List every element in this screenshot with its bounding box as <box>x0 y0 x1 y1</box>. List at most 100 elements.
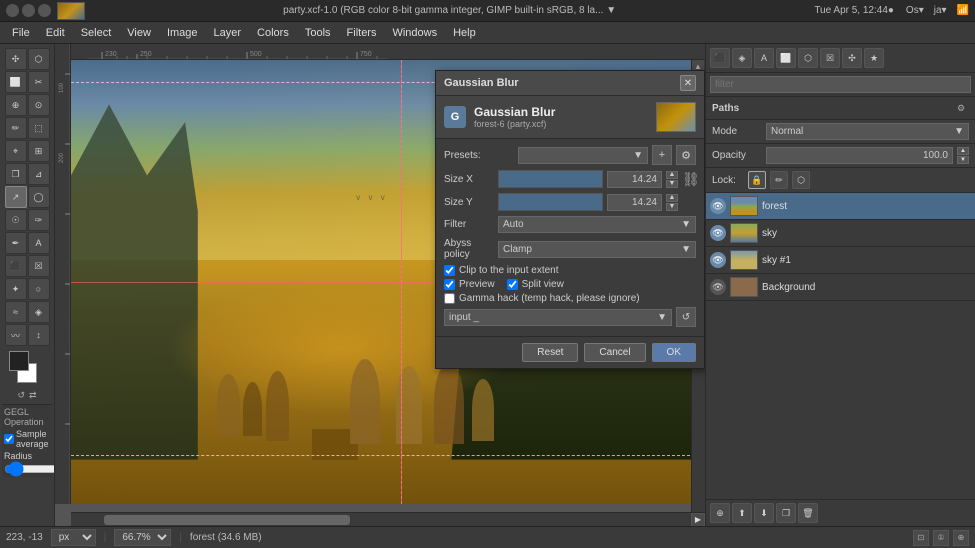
minimize-icon[interactable] <box>6 4 19 17</box>
unit-dropdown[interactable]: px mm in <box>51 529 96 546</box>
menu-edit[interactable]: Edit <box>38 25 73 41</box>
tool-transform[interactable]: ↗ <box>5 186 27 208</box>
foreground-color-box[interactable] <box>9 351 29 371</box>
panel-tool-icon-7[interactable]: ✣ <box>842 48 862 68</box>
panel-filter-input[interactable] <box>710 76 971 93</box>
tool-ellipse[interactable]: ◯ <box>28 186 50 208</box>
horizontal-scrollbar[interactable]: ▶ <box>71 512 705 526</box>
tool-fuzzy-select[interactable]: ⬚ <box>28 117 50 139</box>
layer-visibility-forest[interactable]: 👁 <box>710 198 726 214</box>
tool-path[interactable]: 〰 <box>5 324 27 346</box>
opacity-down-arrow[interactable]: ▼ <box>957 156 969 164</box>
layer-visibility-sky1[interactable]: 👁 <box>710 252 726 268</box>
hscroll-track[interactable] <box>73 515 689 525</box>
lower-layer-btn[interactable]: ⬇ <box>754 503 774 523</box>
presets-dropdown[interactable]: ▼ <box>518 147 648 164</box>
layer-visibility-background[interactable]: 👁 <box>710 279 726 295</box>
tool-clone[interactable]: ❐ <box>5 163 27 185</box>
preview-checkbox[interactable] <box>444 279 455 290</box>
reset-button[interactable]: Reset <box>522 343 578 362</box>
panel-tool-icon-1[interactable]: ⬛ <box>710 48 730 68</box>
cancel-button[interactable]: Cancel <box>584 343 645 362</box>
gamma-hack-checkbox[interactable] <box>444 293 455 304</box>
panel-tool-icon-6[interactable]: ☒ <box>820 48 840 68</box>
tool-measure[interactable]: ↕ <box>28 324 50 346</box>
tool-dodge[interactable]: ○ <box>28 278 50 300</box>
tool-ink[interactable]: ✒ <box>5 232 27 254</box>
panel-tool-icon-3[interactable]: A <box>754 48 774 68</box>
size-x-up-arrow[interactable]: ▲ <box>666 171 678 179</box>
close-icon[interactable] <box>38 4 51 17</box>
mode-dropdown[interactable]: Normal ▼ <box>766 123 969 140</box>
abyss-dropdown[interactable]: Clamp ▼ <box>498 241 696 258</box>
zoom-dropdown[interactable]: 66.7% 50% 100% <box>114 529 171 546</box>
new-layer-group-btn[interactable]: ⊕ <box>710 503 730 523</box>
os-info[interactable]: Os▾ <box>906 5 924 16</box>
tool-free-select[interactable]: ⬡ <box>28 48 50 70</box>
layers-panel-config-btn[interactable]: ⚙ <box>953 100 969 116</box>
tool-magnify[interactable]: ⊙ <box>28 94 50 116</box>
input-dropdown[interactable]: input _ ▼ <box>444 309 672 326</box>
lock-pixels-btn[interactable]: 🔒 <box>748 171 766 189</box>
layer-item-sky1[interactable]: 👁 sky #1 <box>706 247 975 274</box>
menu-file[interactable]: File <box>4 25 38 41</box>
raise-layer-btn[interactable]: ⬆ <box>732 503 752 523</box>
ok-button[interactable]: OK <box>652 343 696 362</box>
layers-list[interactable]: 👁 forest 👁 sky 👁 sky #1 <box>706 193 975 499</box>
filter-dropdown[interactable]: Auto ▼ <box>498 216 696 233</box>
tool-text[interactable]: A <box>28 232 50 254</box>
sample-average-checkbox[interactable] <box>4 434 14 444</box>
menu-layer[interactable]: Layer <box>206 25 250 41</box>
menu-image[interactable]: Image <box>159 25 206 41</box>
color-selector[interactable] <box>9 351 45 383</box>
size-y-up-arrow[interactable]: ▲ <box>666 194 678 202</box>
tool-grid-sel[interactable]: ⊞ <box>28 140 50 162</box>
tool-smudge[interactable]: ≈ <box>5 301 27 323</box>
tool-align[interactable]: ⌖ <box>5 140 27 162</box>
delete-layer-btn[interactable]: 🗑 <box>798 503 818 523</box>
canvas-area[interactable]: 230 250 500 750 1000 <box>55 44 705 526</box>
radius-slider[interactable] <box>4 464 55 474</box>
menu-windows[interactable]: Windows <box>384 25 445 41</box>
tool-paintbrush[interactable]: ✑ <box>28 209 50 231</box>
reset-colors-icon[interactable]: ↺ <box>17 390 25 401</box>
layer-item-sky[interactable]: 👁 sky <box>706 220 975 247</box>
size-y-input[interactable] <box>607 194 662 211</box>
clip-to-input-checkbox[interactable] <box>444 265 455 276</box>
panel-tool-icon-8[interactable]: ★ <box>864 48 884 68</box>
size-x-slider[interactable] <box>498 170 603 188</box>
tool-move[interactable]: ✣ <box>5 48 27 70</box>
dialog-close-button[interactable]: ✕ <box>680 75 696 91</box>
menu-select[interactable]: Select <box>73 25 120 41</box>
refresh-button[interactable]: ↺ <box>676 307 696 327</box>
tool-color-picker[interactable]: ☉ <box>5 209 27 231</box>
tool-zoom[interactable]: ⊕ <box>5 94 27 116</box>
lock-alpha-btn[interactable]: ⬡ <box>792 171 810 189</box>
zoom-100-btn[interactable]: ① <box>933 530 949 546</box>
add-preset-button[interactable]: + <box>652 145 672 165</box>
window-controls[interactable] <box>6 4 51 17</box>
tool-rect-select[interactable]: ⬜ <box>5 71 27 93</box>
opacity-input[interactable] <box>766 147 953 164</box>
chain-link-icon[interactable]: ⛓ <box>682 171 696 188</box>
size-x-input[interactable] <box>607 171 662 188</box>
size-y-down-arrow[interactable]: ▼ <box>666 203 678 211</box>
opacity-up-arrow[interactable]: ▲ <box>957 147 969 155</box>
layer-item-forest[interactable]: 👁 forest <box>706 193 975 220</box>
tool-heal[interactable]: ✦ <box>5 278 27 300</box>
menu-help[interactable]: Help <box>445 25 484 41</box>
zoom-in-btn[interactable]: ⊕ <box>953 530 969 546</box>
layer-item-background[interactable]: 👁 Background <box>706 274 975 301</box>
size-x-down-arrow[interactable]: ▼ <box>666 180 678 188</box>
maximize-icon[interactable] <box>22 4 35 17</box>
tool-pencil[interactable]: ✏ <box>5 117 27 139</box>
menu-tools[interactable]: Tools <box>297 25 339 41</box>
lang-selector[interactable]: ja▾ <box>934 5 947 16</box>
panel-tool-icon-4[interactable]: ⬜ <box>776 48 796 68</box>
tool-crop[interactable]: ⊿ <box>28 163 50 185</box>
tool-erase[interactable]: ◈ <box>28 301 50 323</box>
menu-colors[interactable]: Colors <box>249 25 297 41</box>
tool-gradient[interactable]: ⬛ <box>5 255 27 277</box>
split-view-checkbox[interactable] <box>507 279 518 290</box>
manage-presets-button[interactable]: ⚙ <box>676 145 696 165</box>
